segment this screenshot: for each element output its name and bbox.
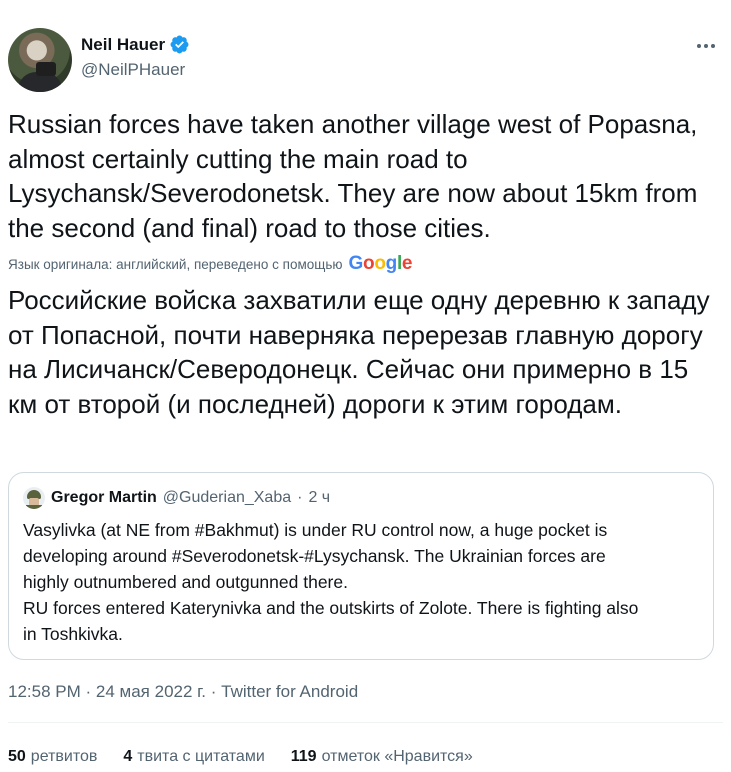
verified-badge-icon: [170, 35, 189, 54]
divider: [8, 722, 723, 723]
quoted-separator: ·: [297, 489, 303, 506]
author-name[interactable]: Neil Hauer: [81, 35, 165, 55]
tweet-time[interactable]: 12:58 PM: [8, 682, 81, 701]
tweet-stats: 50 ретвитов 4 твита с цитатами 119 отмет…: [8, 748, 473, 766]
quoted-text-line: Vasylivka (at NE from #Bakhmut) is under…: [23, 520, 608, 540]
retweets-label: ретвитов: [30, 748, 98, 765]
quotes-stat[interactable]: 4 твита с цитатами: [123, 748, 264, 766]
likes-count: 119: [290, 748, 317, 765]
quoted-tweet-text: Vasylivka (at NE from #Bakhmut) is under…: [23, 517, 703, 647]
quoted-text-line: RU forces entered Katerynivka and the ou…: [23, 598, 639, 618]
author-name-row: Neil Hauer: [81, 34, 190, 55]
tweet-text: Russian forces have taken another villag…: [8, 109, 698, 243]
quoted-author-name: Gregor Martin: [51, 489, 157, 506]
quotes-label: твита с цитатами: [137, 748, 265, 765]
quoted-author-avatar: [23, 487, 45, 509]
quoted-text-line: highly outnumbered and outgunned there.: [23, 572, 348, 592]
google-logo: Google: [348, 253, 413, 274]
quoted-time: 2 ч: [308, 489, 331, 506]
author-avatar[interactable]: [8, 28, 72, 92]
retweets-stat[interactable]: 50 ретвитов: [8, 748, 97, 766]
likes-stat[interactable]: 119 отметок «Нравится»: [291, 748, 473, 766]
author-handle[interactable]: @NeilPHauer: [81, 60, 185, 80]
meta-separator: ·: [210, 682, 217, 701]
quotes-count: 4: [123, 748, 133, 765]
quoted-text-line: in Toshkivka.: [23, 624, 123, 644]
quoted-tweet[interactable]: Gregor Martin @Guderian_Xaba · 2 ч Vasyl…: [8, 472, 714, 660]
tweet-source[interactable]: Twitter for Android: [221, 682, 358, 701]
tweet-meta: 12:58 PM · 24 мая 2022 г. · Twitter for …: [8, 682, 358, 702]
quoted-text-line: developing around #Severodonetsk-#Lysych…: [23, 546, 606, 566]
meta-separator: ·: [85, 682, 92, 701]
quoted-tweet-header: Gregor Martin @Guderian_Xaba · 2 ч: [23, 487, 330, 509]
likes-label: отметок «Нравится»: [321, 748, 473, 765]
translation-label[interactable]: Язык оригинала: английский, переведено с…: [8, 257, 343, 272]
translated-text: Российские войска захватили еще одну дер…: [8, 285, 710, 419]
tweet-header: Neil Hauer @NeilPHauer: [8, 28, 723, 92]
retweets-count: 50: [8, 748, 26, 765]
more-options-icon[interactable]: [693, 36, 719, 56]
tweet-date[interactable]: 24 мая 2022 г.: [96, 682, 206, 701]
translation-attribution: Язык оригинала: английский, переведено с…: [8, 253, 413, 275]
quoted-author-handle: @Guderian_Xaba: [162, 489, 292, 506]
